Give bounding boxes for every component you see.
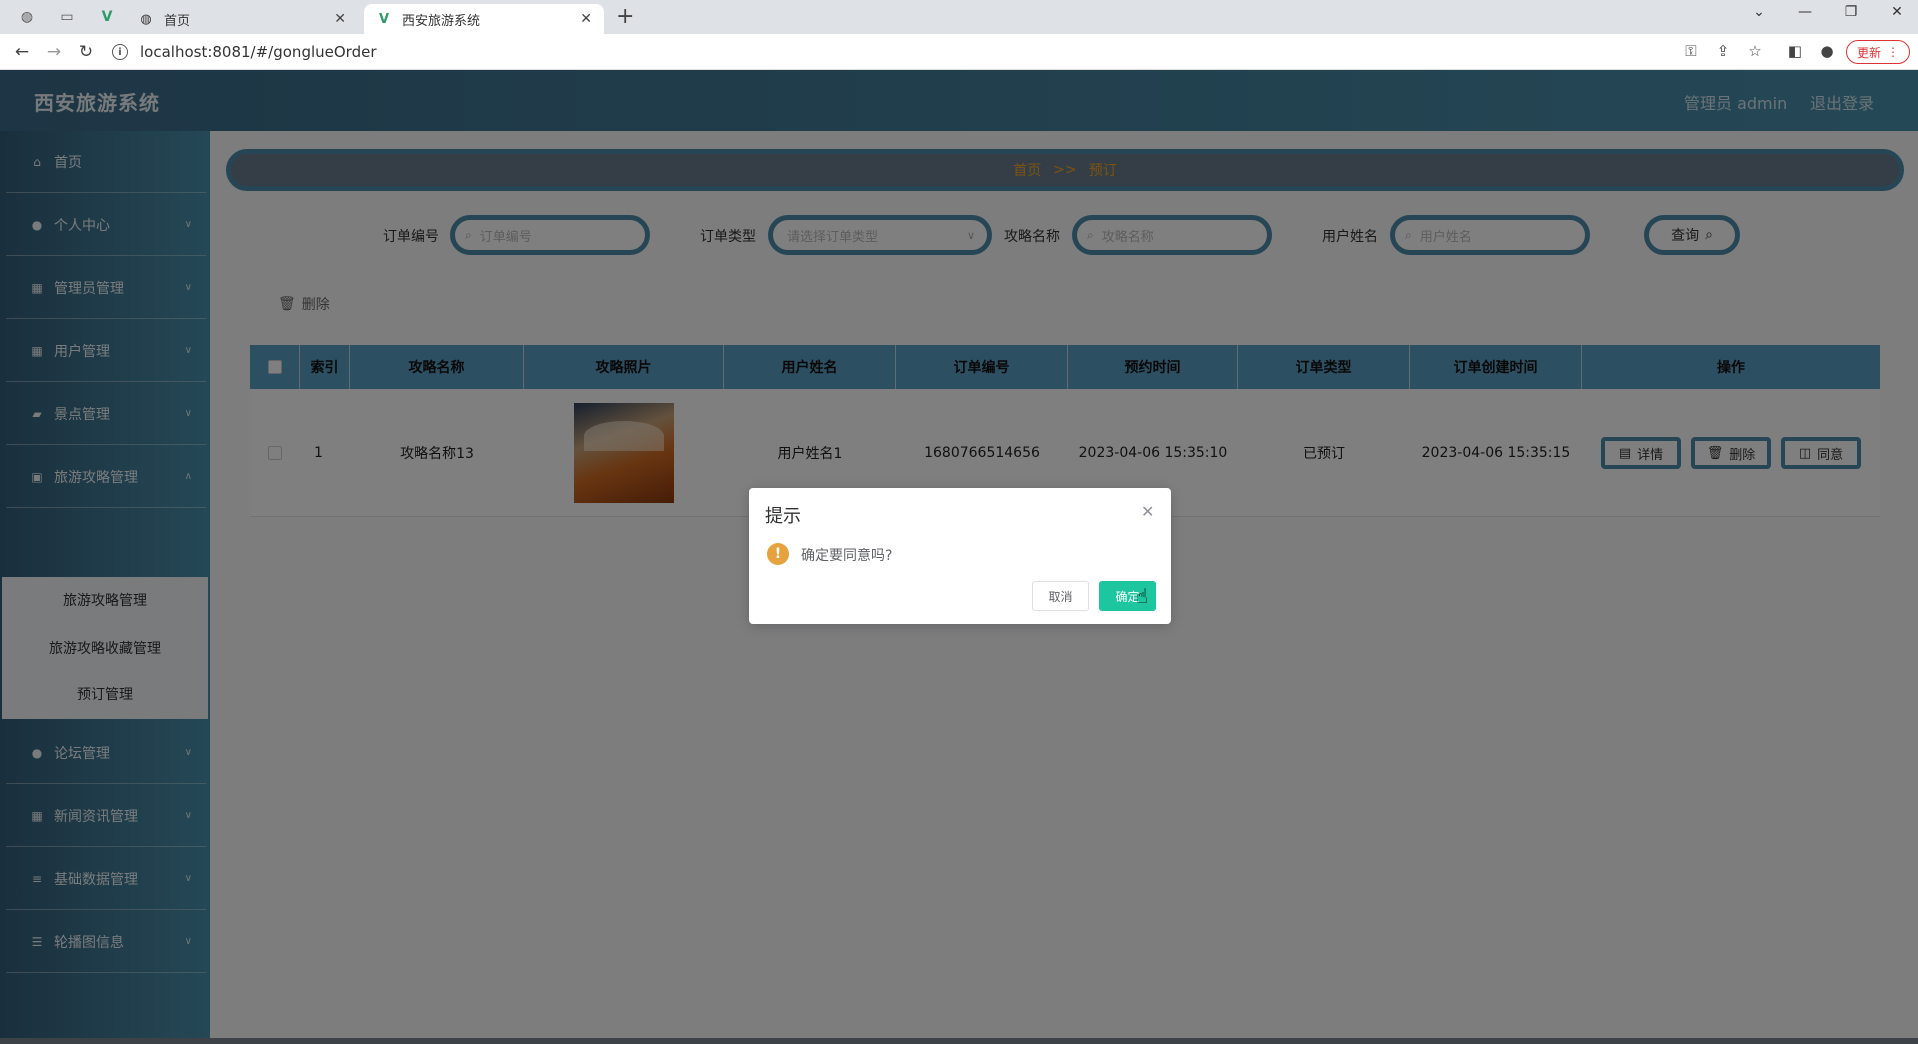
site-info-icon[interactable]: i (112, 44, 128, 60)
taskbar-strip (0, 1038, 1918, 1044)
globe-icon[interactable]: ◍ (16, 6, 38, 28)
share-icon[interactable]: ⇪ (1712, 42, 1734, 60)
globe-icon: ◍ (140, 11, 152, 27)
minimize-icon[interactable]: — (1790, 4, 1820, 20)
mouse-cursor-icon: ☝ (1136, 584, 1149, 608)
tab-title: 首页 (164, 13, 191, 29)
restore-icon[interactable]: ❐ (1836, 4, 1866, 20)
vue-logo-icon: V (378, 11, 390, 27)
update-button[interactable]: 更新 ⋮ (1846, 40, 1910, 64)
browser-tab-home[interactable]: ◍ 首页 ✕ (126, 4, 358, 34)
dialog-title: 提示 (765, 506, 801, 527)
warning-icon: ! (767, 543, 789, 565)
close-tab-icon[interactable]: ✕ (580, 11, 592, 27)
key-icon[interactable]: ⚿ (1680, 42, 1702, 60)
dialog-message: 确定要同意吗? (801, 548, 893, 564)
tab-title: 西安旅游系统 (402, 13, 481, 29)
confirm-dialog: 提示 ✕ ! 确定要同意吗? 取消 确定 (749, 488, 1171, 624)
url-text: localhost:8081/#/gonglueOrder (140, 43, 377, 61)
star-icon[interactable]: ☆ (1744, 42, 1766, 60)
side-panel-icon[interactable]: ◧ (1784, 42, 1806, 60)
address-bar: ← → ↻ i localhost:8081/#/gonglueOrder ⚿ … (0, 34, 1918, 70)
back-icon[interactable]: ← (10, 40, 34, 64)
url-field[interactable]: i localhost:8081/#/gonglueOrder (112, 41, 377, 63)
browser-tab-bar: ◍ ▭ V ◍ 首页 ✕ V 西安旅游系统 ✕ + ⌄ — ❐ ✕ (0, 0, 1918, 34)
vue-logo-icon[interactable]: V (96, 6, 118, 28)
new-tab-icon[interactable]: + (616, 5, 634, 29)
update-label: 更新 (1856, 45, 1881, 60)
reload-icon[interactable]: ↻ (74, 40, 98, 64)
more-icon: ⋮ (1887, 45, 1899, 59)
cancel-button[interactable]: 取消 (1032, 581, 1089, 611)
close-window-icon[interactable]: ✕ (1882, 4, 1912, 20)
profile-icon[interactable]: ● (1816, 42, 1838, 60)
close-icon[interactable]: ✕ (1141, 502, 1154, 521)
close-tab-icon[interactable]: ✕ (334, 11, 346, 27)
blank-tab-icon[interactable]: ▭ (56, 6, 78, 28)
tab-search-icon[interactable]: ⌄ (1744, 4, 1774, 20)
browser-tab-xian[interactable]: V 西安旅游系统 ✕ (364, 4, 604, 34)
forward-icon[interactable]: → (42, 40, 66, 64)
